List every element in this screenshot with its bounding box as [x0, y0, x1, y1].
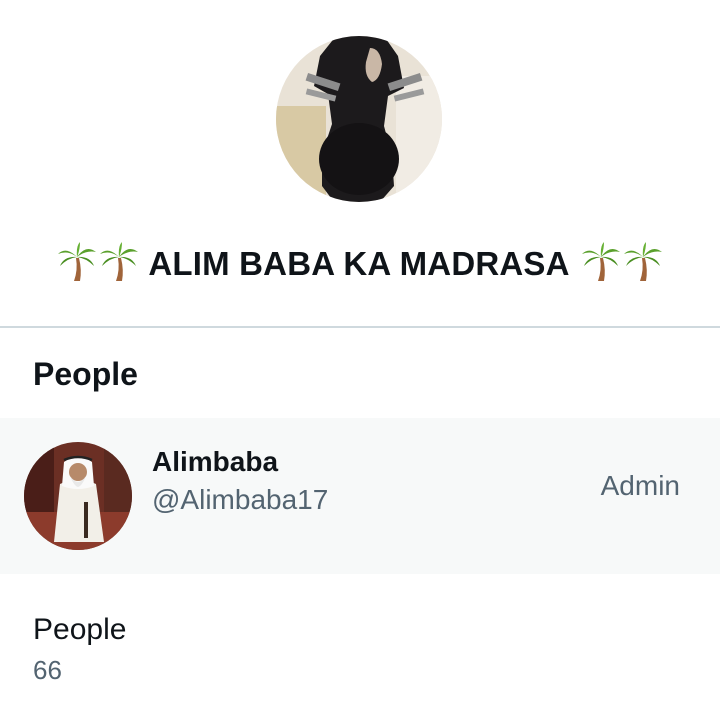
group-title: ALIM BABA KA MADRASA — [0, 240, 720, 288]
group-avatar[interactable] — [276, 36, 442, 202]
group-info-screen: ALIM BABA KA MADRASA People Alimbaba @Al… — [0, 0, 720, 720]
group-avatar-image — [276, 36, 442, 202]
people-count-label: People — [33, 613, 127, 646]
people-count-item[interactable]: People 66 — [33, 610, 126, 690]
member-display-name: Alimbaba — [152, 446, 279, 477]
people-count-value: 66 — [33, 655, 62, 685]
people-section-heading: People — [33, 356, 138, 392]
group-header: ALIM BABA KA MADRASA — [0, 0, 720, 326]
member-avatar[interactable] — [24, 442, 132, 550]
member-avatar-image — [24, 442, 132, 550]
palm-tree-icon — [580, 240, 622, 282]
palm-tree-icon — [56, 240, 98, 282]
palm-tree-icon — [98, 240, 140, 282]
palm-tree-icon — [622, 240, 664, 282]
member-handle: @Alimbaba17 — [152, 484, 329, 515]
section-divider — [0, 326, 720, 328]
member-role-badge: Admin — [600, 470, 680, 501]
member-row[interactable]: Alimbaba @Alimbaba17 Admin — [0, 418, 720, 574]
group-title-text: ALIM BABA KA MADRASA — [148, 245, 570, 282]
